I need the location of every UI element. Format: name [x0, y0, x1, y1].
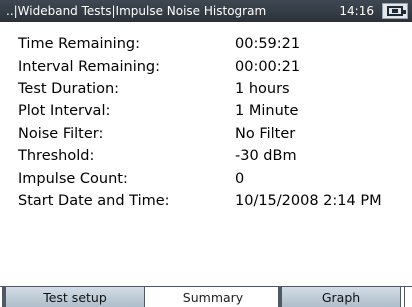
tab-summary[interactable]: Summary	[150, 287, 276, 307]
field-value: 1 hours	[235, 80, 290, 97]
field-value: 00:59:21	[235, 36, 301, 53]
field-label: Threshold:	[18, 148, 95, 165]
tab-graph[interactable]: Graph	[278, 287, 401, 307]
summary-row-impulse-count: Impulse Count: 0	[18, 167, 398, 189]
field-value: -30 dBm	[235, 148, 297, 165]
field-value: 1 Minute	[235, 103, 299, 120]
field-value: 10/15/2008 2:14 PM	[235, 192, 382, 209]
tab-bar-edge	[404, 287, 412, 307]
field-label: Impulse Count:	[18, 170, 128, 187]
summary-row-interval-remaining: Interval Remaining: 00:00:21	[18, 55, 398, 77]
summary-row-noise-filter: Noise Filter: No Filter	[18, 123, 398, 145]
battery-plug-icon	[382, 3, 408, 19]
summary-panel: Time Remaining: 00:59:21 Interval Remain…	[18, 33, 398, 212]
clock: 14:16	[339, 4, 374, 18]
field-value: 00:00:21	[235, 58, 301, 75]
field-label: Time Remaining:	[18, 36, 140, 53]
field-label: Start Date and Time:	[18, 192, 170, 209]
summary-row-test-duration: Test Duration: 1 hours	[18, 78, 398, 100]
field-label: Test Duration:	[18, 80, 120, 97]
title-bar: ..|Wideband Tests|Impulse Noise Histogra…	[0, 0, 412, 22]
field-label: Interval Remaining:	[18, 58, 161, 75]
field-label: Plot Interval:	[18, 103, 111, 120]
field-label: Noise Filter:	[18, 125, 104, 142]
field-value: No Filter	[235, 125, 296, 142]
tab-bar: Test setup Summary Graph	[0, 286, 412, 307]
summary-row-time-remaining: Time Remaining: 00:59:21	[18, 33, 398, 55]
tab-test-setup[interactable]: Test setup	[2, 287, 145, 307]
summary-row-start-date-time: Start Date and Time: 10/15/2008 2:14 PM	[18, 190, 398, 212]
field-value: 0	[235, 170, 245, 187]
summary-row-threshold: Threshold: -30 dBm	[18, 145, 398, 167]
breadcrumb[interactable]: ..|Wideband Tests|Impulse Noise Histogra…	[0, 4, 339, 18]
summary-row-plot-interval: Plot Interval: 1 Minute	[18, 100, 398, 122]
